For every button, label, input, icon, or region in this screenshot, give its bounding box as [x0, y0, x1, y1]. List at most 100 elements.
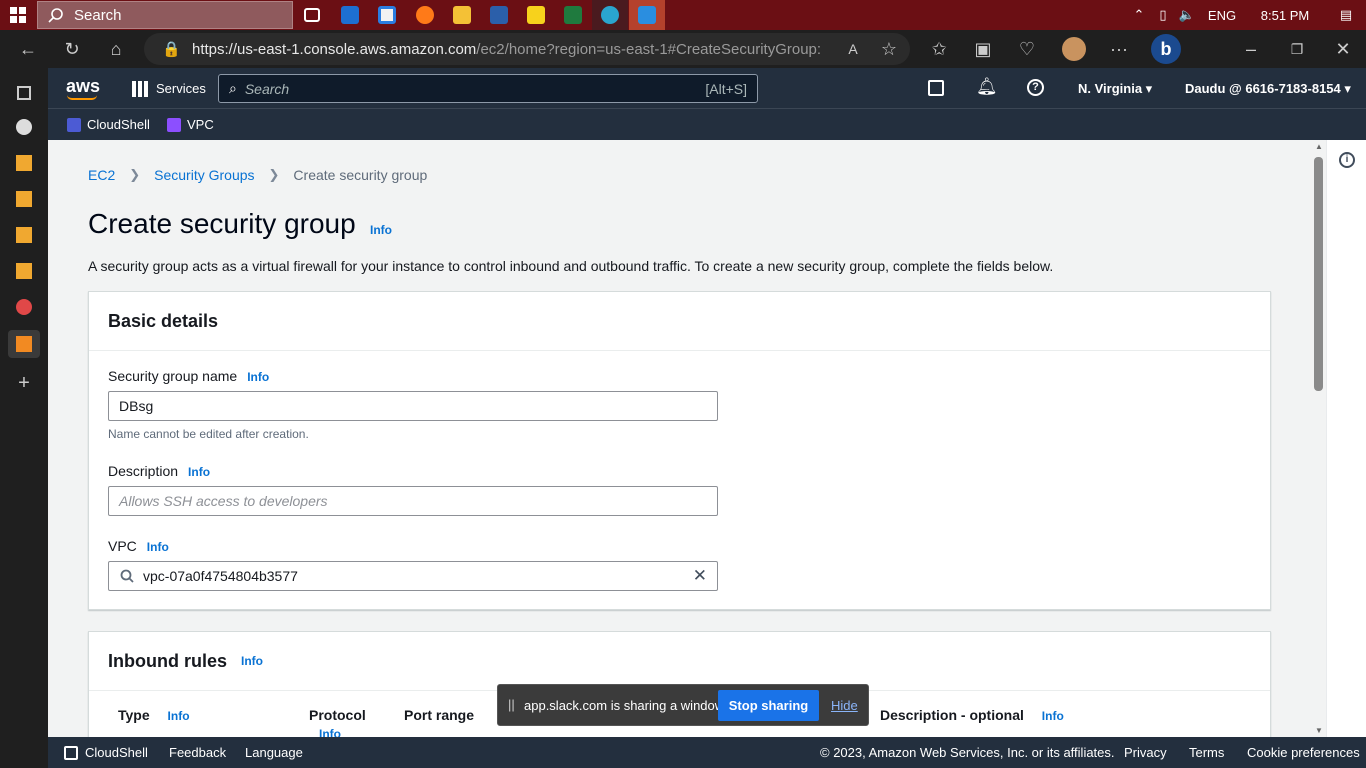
column-protocol: Protocol Info — [309, 707, 366, 737]
page-scrollbar[interactable]: ▲ ▼ — [1312, 140, 1326, 737]
scroll-up-icon[interactable]: ▲ — [1315, 142, 1323, 151]
column-type-label: Type — [118, 707, 150, 723]
region-selector[interactable]: N. Virginia ▾ — [1078, 81, 1152, 97]
column-description-label: Description - optional — [880, 707, 1024, 723]
footer-language[interactable]: Language — [245, 745, 303, 760]
footer-cookie-preferences[interactable]: Cookie preferences — [1247, 745, 1360, 760]
word-icon[interactable] — [486, 3, 512, 27]
browser-toolbar: ← ↻ ⌂ 🔒 https://us-east-1.console.aws.am… — [0, 30, 1366, 68]
title-info-link[interactable]: Info — [370, 223, 392, 237]
footer-cloudshell[interactable]: CloudShell — [64, 745, 148, 760]
back-arrow-icon[interactable]: ← — [15, 36, 41, 62]
breadcrumb-ec2[interactable]: EC2 — [88, 167, 115, 183]
favorite-cloudshell[interactable]: CloudShell — [67, 117, 150, 132]
sg-name-input[interactable]: DBsg — [108, 391, 718, 421]
vpc-info-link[interactable]: Info — [147, 540, 169, 554]
basic-details-heading: Basic details — [89, 292, 1270, 351]
favorite-label: VPC — [187, 117, 214, 132]
inbound-info-link[interactable]: Info — [241, 654, 263, 668]
package-icon[interactable] — [12, 259, 36, 283]
favorite-vpc[interactable]: VPC — [167, 117, 214, 132]
hide-banner-link[interactable]: Hide — [831, 698, 858, 713]
tabs-icon[interactable] — [12, 81, 36, 105]
scroll-down-icon[interactable]: ▼ — [1315, 726, 1323, 735]
more-options-icon[interactable]: ··· — [1106, 36, 1132, 62]
clock[interactable]: 8:51 PM — [1244, 8, 1326, 23]
description-col-info-link[interactable]: Info — [1042, 709, 1064, 723]
footer-privacy[interactable]: Privacy — [1124, 745, 1167, 760]
windows-start-icon[interactable] — [0, 0, 36, 30]
column-type: Type Info — [118, 707, 190, 723]
refresh-icon[interactable]: ↻ — [59, 36, 85, 62]
help-icon[interactable]: ? — [1027, 79, 1044, 96]
add-icon[interactable]: + — [12, 371, 36, 395]
add-favorite-icon[interactable]: ☆ — [876, 36, 902, 62]
notifications-icon[interactable]: ▤ — [1326, 7, 1366, 23]
type-info-link[interactable]: Info — [168, 709, 190, 723]
help-panel-rail: i — [1326, 140, 1366, 737]
description-input[interactable]: Allows SSH access to developers — [108, 486, 718, 516]
services-menu[interactable]: Services — [156, 81, 206, 96]
package-icon[interactable] — [12, 187, 36, 211]
aws-logo-smile — [67, 95, 97, 100]
edge-icon[interactable] — [592, 0, 628, 30]
sg-name-info-link[interactable]: Info — [247, 370, 269, 384]
browser-essentials-icon[interactable]: ♡ — [1014, 36, 1040, 62]
basic-details-panel: Basic details Security group name Info DB… — [88, 291, 1271, 610]
close-icon[interactable]: ✕ — [1330, 36, 1356, 62]
vscode-icon[interactable] — [629, 0, 665, 30]
task-view-icon[interactable] — [299, 3, 325, 27]
breadcrumb-current: Create security group — [293, 167, 428, 183]
description-info-link[interactable]: Info — [188, 465, 210, 479]
aws-footer: CloudShell Feedback Language © 2023, Ama… — [48, 737, 1366, 768]
footer-cloudshell-label: CloudShell — [85, 745, 148, 760]
bell-icon[interactable]: 🔔︎ — [976, 77, 998, 97]
favorites-icon[interactable]: ✩ — [926, 36, 952, 62]
aws-app-icon[interactable] — [8, 330, 40, 358]
package-icon[interactable] — [12, 151, 36, 175]
restore-icon[interactable]: ❐ — [1284, 36, 1310, 62]
account-menu[interactable]: Daudu @ 6616-7183-8154 ▾ — [1185, 81, 1351, 97]
home-icon[interactable]: ⌂ — [103, 36, 129, 62]
read-aloud-icon[interactable]: A — [840, 36, 866, 62]
firefox-icon[interactable] — [412, 3, 438, 27]
footer-terms[interactable]: Terms — [1189, 745, 1224, 760]
network-icon[interactable]: ▯ — [1152, 7, 1174, 23]
record-icon[interactable] — [12, 295, 36, 319]
file-explorer-icon[interactable] — [449, 3, 475, 27]
system-tray: ⌃ ▯ 🔈 ENG 8:51 PM ▤ — [1126, 0, 1366, 30]
chevron-up-icon[interactable]: ⌃ — [1126, 7, 1152, 23]
package-icon[interactable] — [12, 223, 36, 247]
sg-name-label: Security group name Info — [108, 368, 269, 384]
address-bar[interactable]: 🔒 https://us-east-1.console.aws.amazon.c… — [144, 33, 910, 65]
cloudshell-icon[interactable] — [928, 80, 944, 96]
bing-icon[interactable]: b — [1151, 34, 1181, 64]
protocol-info-link[interactable]: Info — [319, 727, 366, 737]
profile-avatar[interactable] — [1061, 36, 1087, 62]
taskbar-search[interactable]: Search — [37, 1, 293, 29]
language-indicator[interactable]: ENG — [1200, 8, 1244, 23]
stop-sharing-button[interactable]: Stop sharing — [718, 690, 819, 721]
store-icon[interactable] — [374, 3, 400, 27]
aws-search-input[interactable]: ⌕ Search [Alt+S] — [218, 74, 758, 103]
breadcrumb-security-groups[interactable]: Security Groups — [154, 167, 254, 183]
aws-header: aws Services ⌕ Search [Alt+S] 🔔︎ ? N. Vi… — [48, 68, 1366, 140]
clear-icon[interactable]: ✕ — [693, 566, 707, 586]
footer-copyright: © 2023, Amazon Web Services, Inc. or its… — [820, 745, 1115, 760]
minimize-icon[interactable]: – — [1238, 36, 1264, 62]
volume-icon[interactable]: 🔈 — [1174, 7, 1200, 23]
drag-handle-icon[interactable]: || — [508, 697, 515, 712]
excel-icon[interactable] — [560, 3, 586, 27]
vpc-select-input[interactable]: vpc-07a0f4754804b3577 ✕ — [108, 561, 718, 591]
info-circle-icon[interactable]: i — [1339, 152, 1355, 168]
github-icon[interactable] — [12, 115, 36, 139]
sg-name-value: DBsg — [119, 398, 154, 414]
search-icon — [48, 8, 63, 23]
footer-feedback[interactable]: Feedback — [169, 745, 226, 760]
grid-icon[interactable] — [132, 81, 148, 97]
sticky-notes-icon[interactable] — [523, 3, 549, 27]
collections-icon[interactable]: ▣ — [970, 36, 996, 62]
aws-logo[interactable]: aws — [66, 76, 100, 97]
scrollbar-thumb[interactable] — [1314, 157, 1323, 391]
mail-icon[interactable] — [337, 3, 363, 27]
